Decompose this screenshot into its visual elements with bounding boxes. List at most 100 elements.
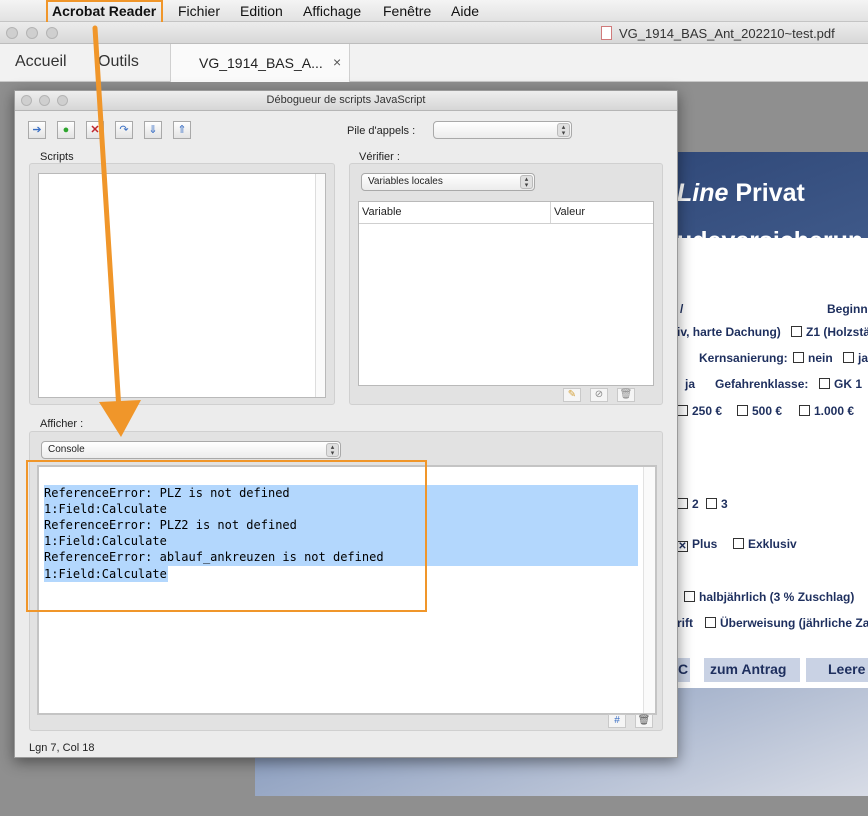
pdf-gk1-option[interactable]: GK 1 (819, 377, 862, 391)
menu-fichier[interactable]: Fichier (178, 3, 220, 19)
variables-table[interactable]: Variable Valeur (358, 201, 654, 386)
plus-label: Plus (692, 537, 718, 551)
app-title-bar: VG_1914_BAS_Ant_202210~test.pdf (0, 22, 868, 44)
tab-document[interactable]: VG_1914_BAS_A... × (170, 44, 350, 82)
highlight-box-console (26, 460, 427, 612)
pdf-ueberweisung-option[interactable]: Überweisung (jährliche Za (705, 616, 868, 630)
pdf-button-leere[interactable]: Leere (806, 658, 868, 682)
pdf-option-2[interactable]: 2 (677, 497, 699, 511)
pdf-ja2-label: ja (685, 377, 696, 391)
verify-label: Vérifier : (359, 151, 400, 163)
z1-label: Z1 (Holzstä (806, 325, 868, 339)
pdf-halbj-option[interactable]: halbjährlich (3 % Zuschlag) (684, 590, 854, 604)
pdf-kern-label: Kernsanierung: (699, 351, 788, 365)
halbj-label: halbjährlich (3 % Zuschlag) (699, 590, 855, 604)
tab-tools[interactable]: Outils (98, 53, 139, 71)
pdf-exklusiv-option[interactable]: Exklusiv (733, 537, 797, 551)
menu-affichage[interactable]: Affichage (303, 3, 361, 19)
pdf-amount-1000[interactable]: 1.000 € (799, 404, 854, 418)
pdf-beginn: Beginn (827, 302, 868, 316)
call-stack-select[interactable]: ▴ ▾ (433, 121, 572, 139)
exklusiv-label: Exklusiv (748, 537, 797, 551)
window-zoom-button[interactable] (46, 27, 58, 39)
pdf-nein-option[interactable]: nein (793, 351, 833, 365)
pdf-title-rest: Privat (728, 179, 805, 207)
debugger-title-bar: Débogueur de scripts JavaScript (15, 91, 677, 111)
stop-icon[interactable]: ✕ (86, 121, 104, 139)
plus-checkbox-checked[interactable]: ✕ (677, 541, 688, 552)
step-over-icon[interactable]: ↷ (115, 121, 133, 139)
amount-250-label: 250 € (692, 404, 723, 418)
trash-icon[interactable]: 🗑 (617, 388, 635, 402)
column-value[interactable]: Valeur (554, 206, 585, 218)
pdf-button-antrag[interactable]: zum Antrag (704, 658, 800, 682)
show-label: Afficher : (40, 418, 84, 430)
gk1-label: GK 1 (834, 377, 863, 391)
pdf-ja-option[interactable]: ja (843, 351, 868, 365)
debugger-window: Débogueur de scripts JavaScript ➔ ● ✕ ↷ … (14, 90, 678, 758)
menu-edition[interactable]: Edition (240, 3, 283, 19)
halbj-checkbox[interactable] (684, 591, 695, 602)
verify-select-value: Variables locales (368, 176, 443, 187)
menu-aide[interactable]: Aide (451, 3, 479, 19)
menu-fenetre[interactable]: Fenêtre (383, 3, 431, 19)
pdf-plus-option[interactable]: ✕ Plus (677, 537, 717, 552)
gk1-checkbox[interactable] (819, 378, 830, 389)
amount-500-checkbox[interactable] (737, 405, 748, 416)
scripts-scrollbar[interactable] (315, 174, 325, 397)
exklusiv-checkbox[interactable] (733, 538, 744, 549)
nein-checkbox[interactable] (793, 352, 804, 363)
run-arrow-icon[interactable]: ➔ (28, 121, 46, 139)
column-divider (550, 202, 551, 223)
tab-document-label: VG_1914_BAS_A... (199, 55, 323, 71)
go-icon[interactable]: ● (57, 121, 75, 139)
show-select-value: Console (48, 444, 85, 455)
option-2-checkbox[interactable] (677, 498, 688, 509)
pdf-roof-label: iv, harte Dachung) (677, 325, 781, 339)
pdf-title-line1: Line Privat (677, 179, 805, 208)
ja-label: ja (858, 351, 868, 365)
chevron-updown-icon: ▴ ▾ (557, 123, 570, 137)
amount-1000-label: 1.000 € (814, 404, 855, 418)
option-3-checkbox[interactable] (706, 498, 717, 509)
option-2-label: 2 (692, 497, 699, 511)
amount-1000-checkbox[interactable] (799, 405, 810, 416)
nein-label: nein (808, 351, 833, 365)
ueberweisung-checkbox[interactable] (705, 617, 716, 628)
status-bar-position: Lgn 7, Col 18 (29, 742, 95, 754)
column-variable[interactable]: Variable (362, 206, 402, 218)
call-stack-label: Pile d'appels : (347, 125, 416, 137)
chevron-updown-icon: ▴ ▾ (520, 175, 533, 189)
debugger-title: Débogueur de scripts JavaScript (266, 94, 426, 106)
toolbar-tabs: Accueil Outils VG_1914_BAS_A... × (0, 44, 868, 82)
close-tab-icon[interactable]: × (333, 54, 341, 70)
ja-checkbox[interactable] (843, 352, 854, 363)
show-select[interactable]: Console ▴ ▾ (41, 441, 341, 459)
pdf-z1-option[interactable]: Z1 (Holzstä (791, 325, 868, 339)
pdf-slash: / (680, 302, 684, 316)
variables-table-header: Variable Valeur (359, 202, 653, 224)
tab-home[interactable]: Accueil (15, 53, 67, 71)
pdf-gefahren-label: Gefahrenklasse: (715, 377, 809, 391)
amount-250-checkbox[interactable] (677, 405, 688, 416)
edit-variable-icon[interactable]: ⊘ (590, 388, 608, 402)
amount-500-label: 500 € (752, 404, 783, 418)
window-minimize-button[interactable] (26, 27, 38, 39)
window-close-button[interactable] (6, 27, 18, 39)
verify-select[interactable]: Variables locales ▴ ▾ (361, 173, 535, 191)
scripts-list[interactable] (38, 173, 326, 398)
pdf-title-italic: Line (677, 179, 729, 207)
pdf-option-3[interactable]: 3 (706, 497, 728, 511)
console-trash-icon[interactable]: 🗑 (635, 714, 653, 728)
pdf-title-line2: udeversicherun (677, 227, 864, 255)
pdf-amount-250[interactable]: 250 € (677, 404, 722, 418)
clear-console-icon[interactable]: # (608, 714, 626, 728)
pdf-amount-500[interactable]: 500 € (737, 404, 782, 418)
edit-pencil-icon[interactable]: ✎ (563, 388, 581, 402)
z1-checkbox[interactable] (791, 326, 802, 337)
step-out-icon[interactable]: ⇑ (173, 121, 191, 139)
chevron-updown-icon: ▴ ▾ (326, 443, 339, 457)
console-scrollbar[interactable] (643, 467, 655, 713)
step-into-icon[interactable]: ⇓ (144, 121, 162, 139)
window-file-title: VG_1914_BAS_Ant_202210~test.pdf (619, 26, 835, 41)
